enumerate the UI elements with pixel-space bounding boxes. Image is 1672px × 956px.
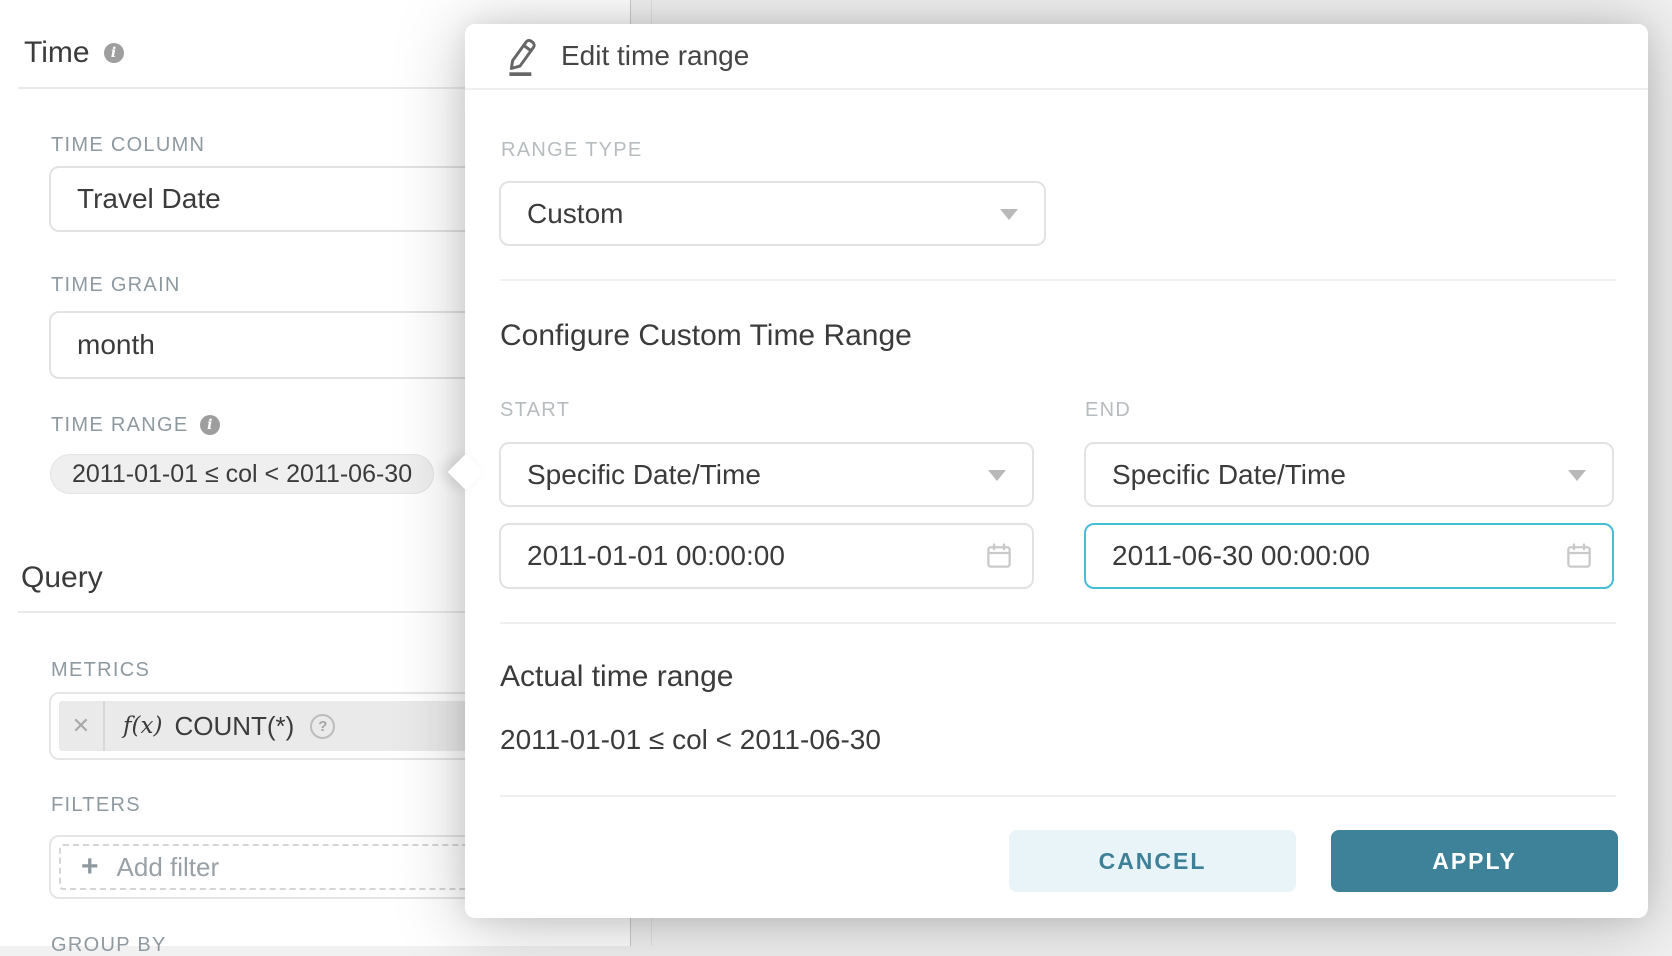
start-datetime-input[interactable] xyxy=(499,523,1034,589)
plus-icon: + xyxy=(81,852,99,882)
end-datetime-field xyxy=(1084,523,1614,589)
group-by-label: GROUP BY xyxy=(51,934,167,956)
popover-header: Edit time range xyxy=(465,24,1648,90)
time-range-pill[interactable]: 2011-01-01 ≤ col < 2011-06-30 xyxy=(50,454,434,494)
modal-divider xyxy=(500,622,1616,624)
pencil-icon xyxy=(503,35,537,77)
query-section-heading: Query xyxy=(21,558,103,598)
end-label: END xyxy=(1085,399,1131,421)
end-type-select[interactable]: Specific Date/Time xyxy=(1084,442,1614,507)
fx-icon: f(x) xyxy=(123,713,162,739)
end-datetime-input[interactable] xyxy=(1084,523,1614,589)
range-type-value: Custom xyxy=(527,198,623,230)
time-section-heading: Time i xyxy=(24,33,124,73)
help-icon: ? xyxy=(310,714,335,739)
filters-label: FILTERS xyxy=(51,794,141,816)
metric-name: COUNT(*) xyxy=(174,711,294,742)
actual-time-range-heading: Actual time range xyxy=(500,660,733,694)
time-column-label: TIME COLUMN xyxy=(51,134,205,156)
time-column-select[interactable]: Travel Date xyxy=(49,166,529,232)
start-type-select[interactable]: Specific Date/Time xyxy=(499,442,1034,507)
time-grain-label: TIME GRAIN xyxy=(51,274,181,296)
modal-divider xyxy=(500,795,1616,797)
apply-button[interactable]: APPLY xyxy=(1331,830,1618,892)
time-grain-value: month xyxy=(77,329,155,361)
time-section-title: Time xyxy=(24,33,90,73)
range-type-label: RANGE TYPE xyxy=(501,139,643,161)
start-label: START xyxy=(500,399,570,421)
edit-time-range-popover: Edit time range RANGE TYPE Custom Config… xyxy=(465,24,1648,918)
query-section-title: Query xyxy=(21,558,103,598)
calendar-icon[interactable] xyxy=(1564,541,1594,571)
time-range-value: 2011-01-01 ≤ col < 2011-06-30 xyxy=(72,460,412,489)
actual-time-range-value: 2011-01-01 ≤ col < 2011-06-30 xyxy=(500,724,881,756)
info-icon: i xyxy=(104,43,124,63)
cancel-button[interactable]: CANCEL xyxy=(1009,830,1296,892)
popover-title: Edit time range xyxy=(561,40,749,72)
metrics-label: METRICS xyxy=(51,659,150,681)
info-icon: i xyxy=(200,415,220,435)
start-type-value: Specific Date/Time xyxy=(527,459,761,491)
filters-container: + Add filter xyxy=(49,835,529,899)
add-filter-label: Add filter xyxy=(117,852,220,883)
chevron-down-icon xyxy=(988,470,1006,481)
metrics-container: ✕ f(x) COUNT(*) ? xyxy=(49,692,529,760)
chevron-down-icon xyxy=(1000,209,1018,220)
time-column-value: Travel Date xyxy=(77,183,221,215)
close-icon[interactable]: ✕ xyxy=(59,701,105,751)
time-grain-select[interactable]: month xyxy=(49,311,529,379)
calendar-icon[interactable] xyxy=(984,541,1014,571)
configure-heading: Configure Custom Time Range xyxy=(500,319,912,353)
range-type-select[interactable]: Custom xyxy=(499,181,1046,246)
chevron-down-icon xyxy=(1568,470,1586,481)
end-type-value: Specific Date/Time xyxy=(1112,459,1346,491)
time-range-label: TIME RANGE i xyxy=(51,414,220,436)
start-datetime-field xyxy=(499,523,1034,589)
modal-divider xyxy=(500,279,1616,281)
